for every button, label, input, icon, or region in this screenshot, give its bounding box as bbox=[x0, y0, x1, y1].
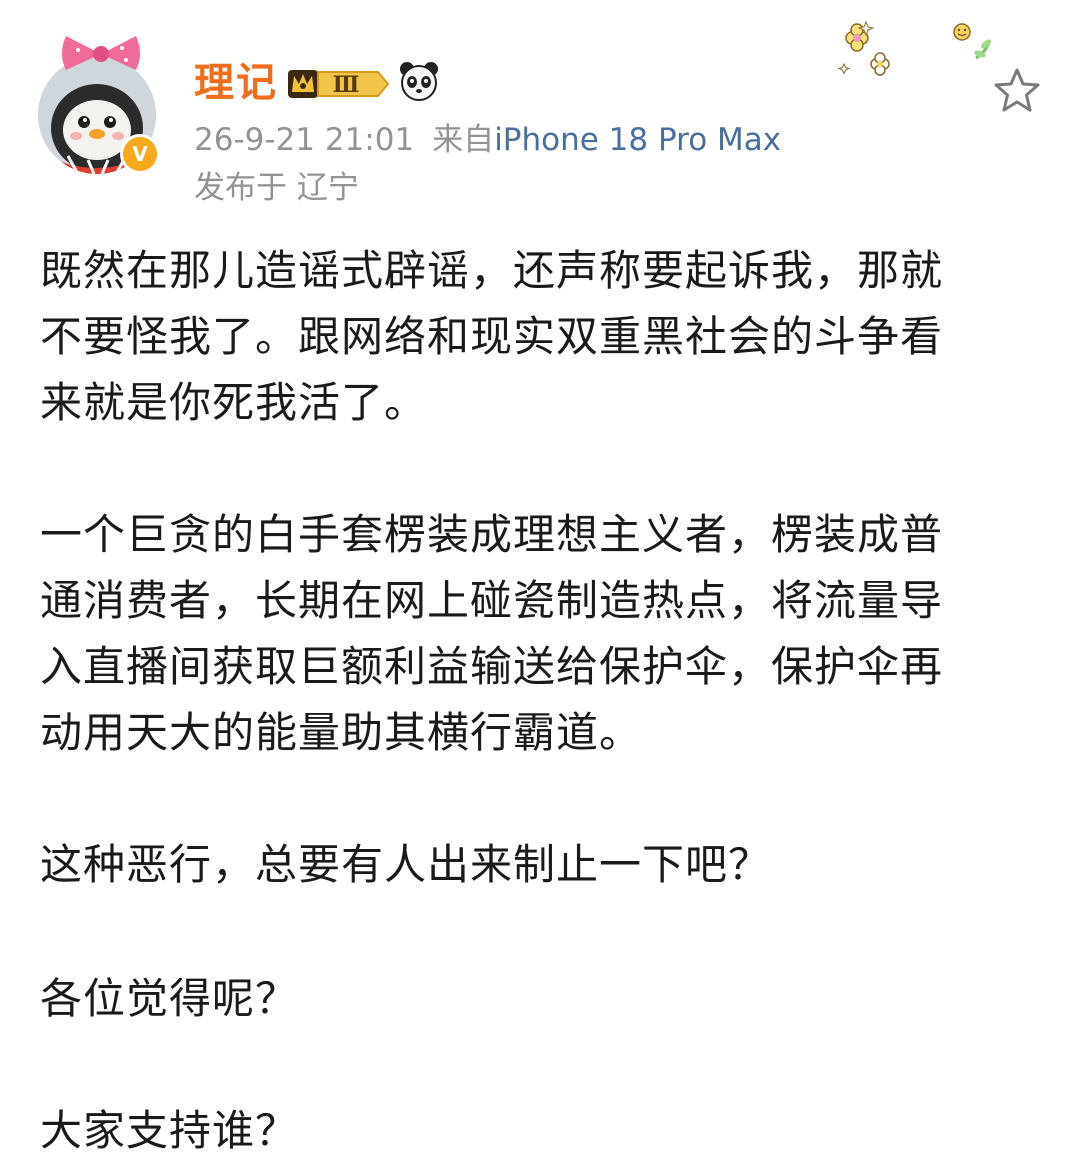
panda-icon bbox=[400, 62, 438, 101]
post-paragraph: 既然在那儿造谣式辟谣，还声称要起诉我，那就 不要怪我了。跟网络和现实双重黑社会的… bbox=[40, 246, 944, 427]
crown-level-badge-icon[interactable]: Ⅲ bbox=[286, 64, 392, 104]
device-link[interactable]: iPhone 18 Pro Max bbox=[494, 122, 781, 158]
post-paragraph: 一个巨贪的白手套楞装成理想主义者，楞装成普 通消费者，长期在网上碰瓷制造热点，将… bbox=[40, 510, 944, 757]
post-paragraph: 各位觉得呢？ bbox=[40, 974, 299, 1023]
post-location: 发布于 辽宁 bbox=[194, 170, 359, 206]
weibo-post: V 理记 Ⅲ 26-9-21 21:01 来自iPhone 18 Pro Max … bbox=[0, 0, 1080, 1172]
star-outline-icon[interactable] bbox=[992, 66, 1042, 114]
level-text: Ⅲ bbox=[333, 72, 360, 98]
post-datetime: 26-9-21 21:01 bbox=[194, 122, 415, 158]
author-name[interactable]: 理记 bbox=[194, 58, 278, 108]
post-paragraph: 这种恶行，总要有人出来制止一下吧？ bbox=[40, 840, 772, 889]
plog-flower-sticker bbox=[837, 20, 992, 76]
author-avatar-wrap[interactable]: V bbox=[38, 36, 162, 174]
post-paragraph: 大家支持谁？ bbox=[40, 1106, 299, 1155]
pink-bow-icon bbox=[62, 36, 140, 70]
verified-v-icon: V bbox=[120, 134, 160, 174]
source-prefix: 来自 bbox=[432, 122, 495, 158]
post-meta: 26-9-21 21:01 来自iPhone 18 Pro Max bbox=[194, 118, 781, 162]
flower-icon bbox=[870, 52, 890, 76]
